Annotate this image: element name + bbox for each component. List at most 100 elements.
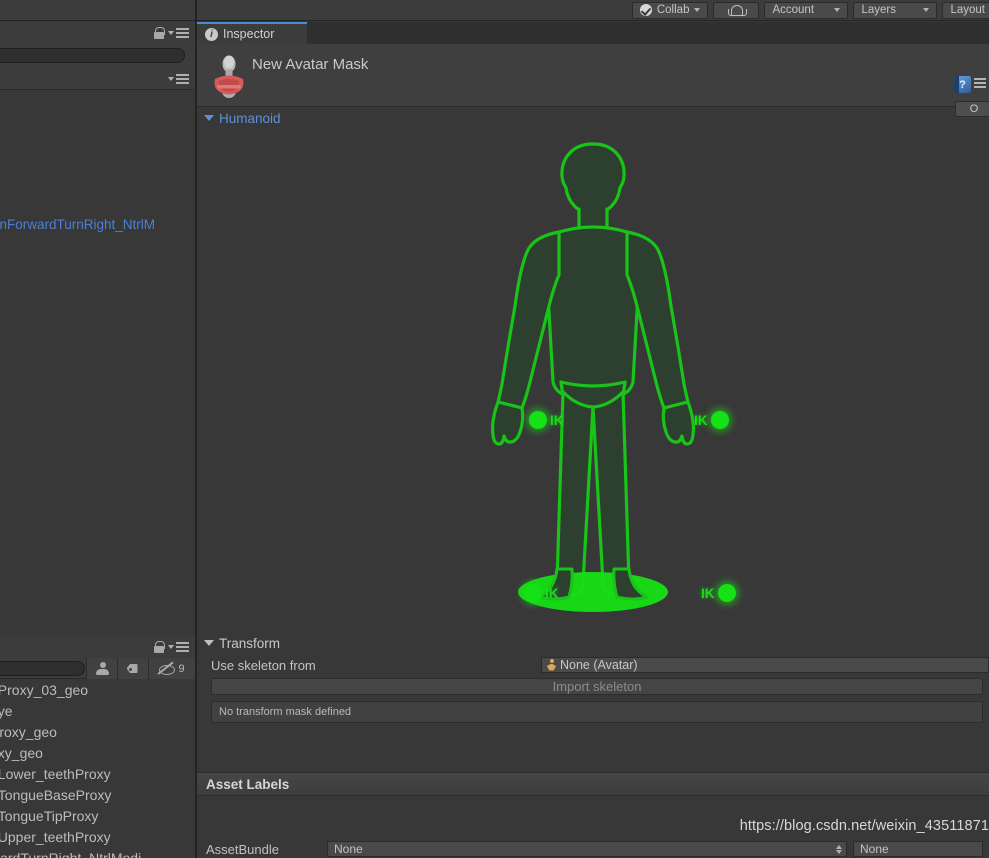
ik-label: IK — [701, 585, 715, 601]
cloud-icon — [727, 4, 747, 16]
lock-icon[interactable] — [154, 27, 165, 39]
triangle-down-icon — [204, 115, 214, 121]
avatar-mask-icon — [214, 55, 244, 98]
asset-name-label: New Avatar Mask — [252, 56, 369, 73]
hierarchy-panel-titlebar — [0, 22, 195, 44]
list-item[interactable]: wardTurnRight_NtrlMedi — [0, 847, 195, 858]
avatar-part-left-hand — [490, 400, 525, 446]
hierarchy-sub-titlebar — [0, 68, 195, 90]
ik-dot-icon — [529, 411, 547, 429]
list-item[interactable]: eye — [0, 700, 195, 721]
hierarchy-search-input[interactable] — [0, 48, 185, 63]
list-item-label: Proxy_geo — [0, 723, 57, 740]
list-item-label: _TongueBaseProxy — [0, 786, 112, 803]
layers-label: Layers — [861, 4, 896, 16]
humanoid-avatar-stage[interactable]: IK IK IK IK — [197, 129, 989, 632]
use-skeleton-label: Use skeleton from — [211, 657, 316, 673]
layers-button[interactable]: Layers — [853, 1, 938, 19]
person-filter-icon — [95, 662, 110, 675]
assetbundle-label: AssetBundle — [206, 841, 279, 857]
ik-label: IK — [545, 585, 559, 601]
right-foot-ik-marker[interactable]: IK — [701, 584, 736, 602]
assetbundle-row: AssetBundle None None — [197, 840, 989, 858]
chevron-down-icon — [834, 8, 841, 12]
project-toolbar: 9 — [0, 658, 195, 679]
transform-foldout-label: Transform — [219, 635, 281, 651]
triangle-down-icon — [204, 640, 214, 646]
panel-menu-icon[interactable] — [168, 28, 189, 38]
list-item[interactable]: _TongueBaseProxy — [0, 784, 195, 805]
account-button[interactable]: Account — [764, 1, 849, 19]
inspector-panel: i Inspector New Avatar Mask ? O Humanoid… — [197, 22, 989, 858]
list-item[interactable]: Proxy_geo — [0, 721, 195, 742]
inspector-tabbar: i Inspector — [197, 22, 989, 44]
list-item[interactable]: _Lower_teethProxy — [0, 763, 195, 784]
transform-mask-help-text: No transform mask defined — [219, 706, 352, 718]
hierarchy-search-row — [0, 44, 195, 68]
left-hand-ik-marker[interactable]: IK — [529, 411, 564, 429]
list-item[interactable]: _TongueTipProxy — [0, 805, 195, 826]
assetbundle-dropdown[interactable]: None — [327, 841, 847, 857]
list-item-label: _TongueTipProxy — [0, 807, 99, 824]
asset-labels-title: Asset Labels — [206, 776, 290, 792]
panel-menu-icon[interactable] — [168, 642, 189, 652]
help-book-icon[interactable]: ? — [954, 76, 971, 93]
project-item-list: bProxy_03_geo eye Proxy_geo oxy_geo _Low… — [0, 679, 195, 858]
ik-dot-icon — [524, 584, 542, 602]
ik-label: IK — [694, 412, 708, 428]
asset-labels-header[interactable]: Asset Labels — [197, 772, 989, 796]
humanoid-body-diagram[interactable] — [413, 129, 773, 629]
account-label: Account — [772, 4, 815, 16]
filter-by-label-button[interactable] — [117, 658, 148, 679]
lock-icon[interactable] — [154, 641, 165, 653]
ik-dot-icon — [710, 411, 729, 429]
humanoid-foldout-label: Humanoid — [219, 110, 281, 126]
list-item-label: _Upper_teethProxy — [0, 828, 111, 845]
hierarchy-selected-label: unForwardTurnRight_NtrlM — [0, 217, 156, 232]
use-skeleton-row: Use skeleton from None (Avatar) — [197, 654, 989, 676]
collab-label: Collab — [656, 4, 690, 16]
skeleton-object-value: None (Avatar) — [560, 658, 638, 672]
unity-editor-window: Collab Account Layers Layout unForwardTu… — [0, 0, 989, 858]
panel-menu-icon[interactable] — [168, 73, 189, 84]
hierarchy-list: unForwardTurnRight_NtrlM — [0, 90, 195, 635]
watermark-url: https://blog.csdn.net/weixin_43511871 — [739, 818, 989, 834]
layout-button[interactable]: Layout — [942, 1, 989, 19]
list-item[interactable]: bProxy_03_geo — [0, 679, 195, 700]
tab-inspector[interactable]: i Inspector — [197, 22, 307, 44]
left-foot-ik-marker[interactable]: IK — [524, 584, 559, 602]
project-panel-titlebar — [0, 636, 195, 658]
transform-foldout[interactable]: Transform — [197, 632, 989, 654]
eye-slash-icon — [159, 663, 176, 675]
collab-button[interactable]: Collab — [631, 1, 709, 19]
list-item-label: eye — [0, 702, 13, 719]
chevron-down-icon — [168, 31, 174, 35]
filter-by-type-button[interactable] — [86, 658, 117, 679]
chevron-down-icon — [168, 76, 174, 81]
chevron-down-icon — [168, 645, 174, 649]
top-toolbar: Collab Account Layers Layout — [0, 0, 989, 21]
tab-inspector-label: Inspector — [223, 27, 275, 41]
avatar-part-right-leg — [591, 390, 631, 597]
chevron-down-icon — [694, 8, 701, 12]
assetbundle-value: None — [334, 842, 363, 856]
right-hand-ik-marker[interactable]: IK — [694, 411, 729, 429]
hierarchy-selected-item[interactable]: unForwardTurnRight_NtrlM — [0, 215, 195, 234]
visibility-toggle-button[interactable]: 9 — [148, 658, 195, 679]
skeleton-object-field[interactable]: None (Avatar) — [541, 657, 989, 673]
humanoid-foldout[interactable]: Humanoid — [197, 107, 989, 129]
cloud-button[interactable] — [713, 1, 760, 19]
import-skeleton-button[interactable]: Import skeleton — [211, 678, 983, 695]
inspector-asset-header: New Avatar Mask ? O — [197, 44, 989, 117]
check-icon — [639, 4, 652, 16]
list-item-label: bProxy_03_geo — [0, 681, 89, 698]
assetbundle-variant-dropdown[interactable]: None — [853, 841, 983, 857]
project-search-input[interactable] — [0, 661, 85, 676]
open-button[interactable]: O — [955, 101, 989, 117]
list-item[interactable]: oxy_geo — [0, 742, 195, 763]
avatar-part-head — [560, 142, 626, 216]
settings-kebab-icon[interactable] — [974, 78, 986, 88]
list-item[interactable]: _Upper_teethProxy — [0, 826, 195, 847]
updown-arrows-icon — [836, 844, 842, 854]
assetbundle-variant-value: None — [860, 842, 889, 856]
